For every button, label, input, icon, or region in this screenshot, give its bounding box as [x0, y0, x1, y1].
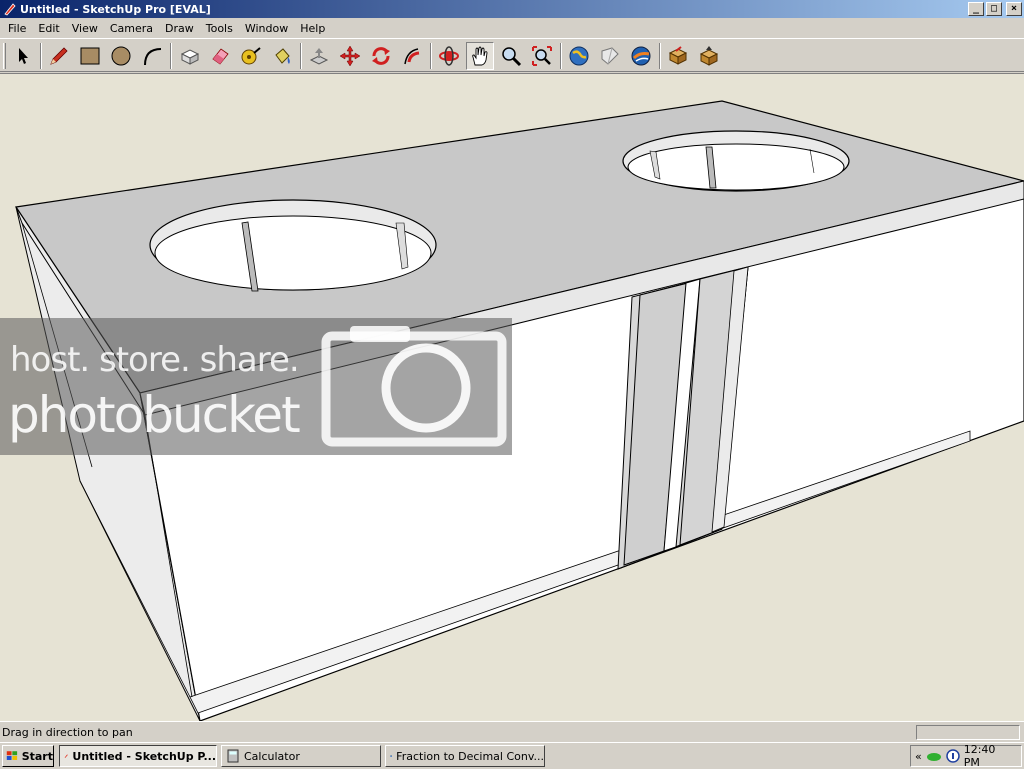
main-toolbar [0, 38, 1024, 72]
status-message: Drag in direction to pan [2, 725, 133, 739]
toolbar-separator [659, 43, 661, 69]
eraser-icon [212, 48, 229, 65]
hand-pan-icon [472, 46, 488, 66]
network-tray-icon[interactable] [926, 750, 942, 762]
components-box-icon [668, 46, 688, 65]
left-speaker-cutout [154, 215, 432, 291]
toolbar-separator [170, 43, 172, 69]
zoom-extents-icon [532, 46, 552, 66]
magnifier-icon [502, 47, 522, 67]
windows-flag-icon [6, 751, 18, 760]
start-label: Start [21, 749, 53, 763]
menu-help[interactable]: Help [294, 22, 331, 35]
orbit-tool-button[interactable] [435, 42, 463, 70]
follow-me-icon [404, 48, 420, 65]
menu-file[interactable]: File [2, 22, 32, 35]
browser-icon [390, 755, 393, 757]
toolbar-separator [560, 43, 562, 69]
toolbar-separator [40, 43, 42, 69]
select-tool-button[interactable] [9, 42, 37, 70]
make-component-button[interactable] [176, 42, 204, 70]
sketchup-app-icon [4, 3, 16, 16]
move-tool-button[interactable] [336, 42, 364, 70]
task-label: Untitled - SketchUp P... [72, 749, 216, 763]
toolbar-separator [430, 43, 432, 69]
eraser-tool-button[interactable] [206, 42, 234, 70]
status-bar: Drag in direction to pan [0, 721, 1024, 742]
menu-window[interactable]: Window [239, 22, 294, 35]
zoom-extents-button[interactable] [528, 42, 556, 70]
taskbar-sketchup[interactable]: Untitled - SketchUp P... [59, 745, 217, 767]
warehouse-box-icon [699, 46, 719, 66]
zoom-tool-button[interactable] [497, 42, 525, 70]
toolbar-separator [300, 43, 302, 69]
arc-tool-button[interactable] [138, 42, 166, 70]
tape-measure-icon [241, 47, 261, 65]
arrow-cursor-icon [19, 48, 28, 64]
components-button[interactable] [664, 42, 692, 70]
menu-edit[interactable]: Edit [32, 22, 65, 35]
info-tray-icon[interactable] [945, 749, 960, 763]
pan-tool-button[interactable] [466, 42, 494, 70]
menu-camera[interactable]: Camera [104, 22, 159, 35]
start-button[interactable]: Start [2, 745, 54, 767]
share-model-icon [601, 47, 619, 65]
earth-icon [631, 46, 651, 66]
measurements-box[interactable] [916, 725, 1020, 740]
push-pull-icon [309, 48, 329, 65]
orbit-icon [439, 46, 459, 66]
watermark-brand: photobucket [8, 386, 301, 444]
window-controls: _ □ × [968, 2, 1022, 16]
arc-icon [144, 48, 162, 66]
rectangle-tool-button[interactable] [76, 42, 104, 70]
menu-view[interactable]: View [66, 22, 104, 35]
window-title: Untitled - SketchUp Pro [EVAL] [20, 2, 211, 16]
pencil-tool-button[interactable] [45, 42, 73, 70]
watermark-tagline: host. store. share. [10, 340, 300, 380]
paint-bucket-icon [275, 48, 290, 64]
menu-bar: File Edit View Camera Draw Tools Window … [0, 18, 1024, 38]
menu-draw[interactable]: Draw [159, 22, 200, 35]
camera-logo-icon [321, 326, 507, 447]
move-arrows-icon [339, 45, 361, 67]
toolbar-grip[interactable] [3, 43, 6, 69]
follow-me-button[interactable] [398, 42, 426, 70]
window-titlebar[interactable]: Untitled - SketchUp Pro [EVAL] _ □ × [0, 0, 1024, 18]
tray-expand-chevron[interactable]: « [915, 750, 922, 763]
circle-icon [111, 46, 131, 66]
paint-bucket-button[interactable] [268, 42, 296, 70]
taskbar-calculator[interactable]: Calculator [221, 745, 381, 767]
circle-tool-button[interactable] [107, 42, 135, 70]
google-earth-button[interactable] [627, 42, 655, 70]
modeling-viewport[interactable]: host. store. share. photobucket [0, 73, 1024, 721]
rectangle-icon [80, 47, 100, 65]
windows-taskbar: Start Untitled - SketchUp P... Calculato… [0, 742, 1024, 769]
system-tray: « 12:40 PM [910, 743, 1022, 769]
minimize-button[interactable]: _ [968, 2, 984, 16]
rotate-icon [372, 47, 390, 65]
task-label: Fraction to Decimal Conv... [396, 749, 544, 763]
system-clock[interactable]: 12:40 PM [964, 743, 1021, 769]
close-button[interactable]: × [1006, 2, 1022, 16]
share-model-button[interactable] [596, 42, 624, 70]
taskbar-fraction-converter[interactable]: Fraction to Decimal Conv... [385, 745, 545, 767]
get-models-button[interactable] [565, 42, 593, 70]
globe-icon [569, 46, 589, 66]
task-label: Calculator [244, 749, 300, 763]
rotate-tool-button[interactable] [367, 42, 395, 70]
component-box-icon [180, 49, 200, 65]
pencil-icon [50, 47, 68, 65]
menu-tools[interactable]: Tools [200, 22, 239, 35]
push-pull-button[interactable] [305, 42, 333, 70]
photobucket-watermark: host. store. share. photobucket [0, 318, 512, 455]
warehouse-button[interactable] [695, 42, 723, 70]
tape-measure-button[interactable] [237, 42, 265, 70]
right-speaker-cutout [627, 143, 845, 191]
calculator-icon [227, 749, 239, 763]
sketchup-task-icon [64, 754, 68, 758]
restore-button[interactable]: □ [986, 2, 1002, 16]
